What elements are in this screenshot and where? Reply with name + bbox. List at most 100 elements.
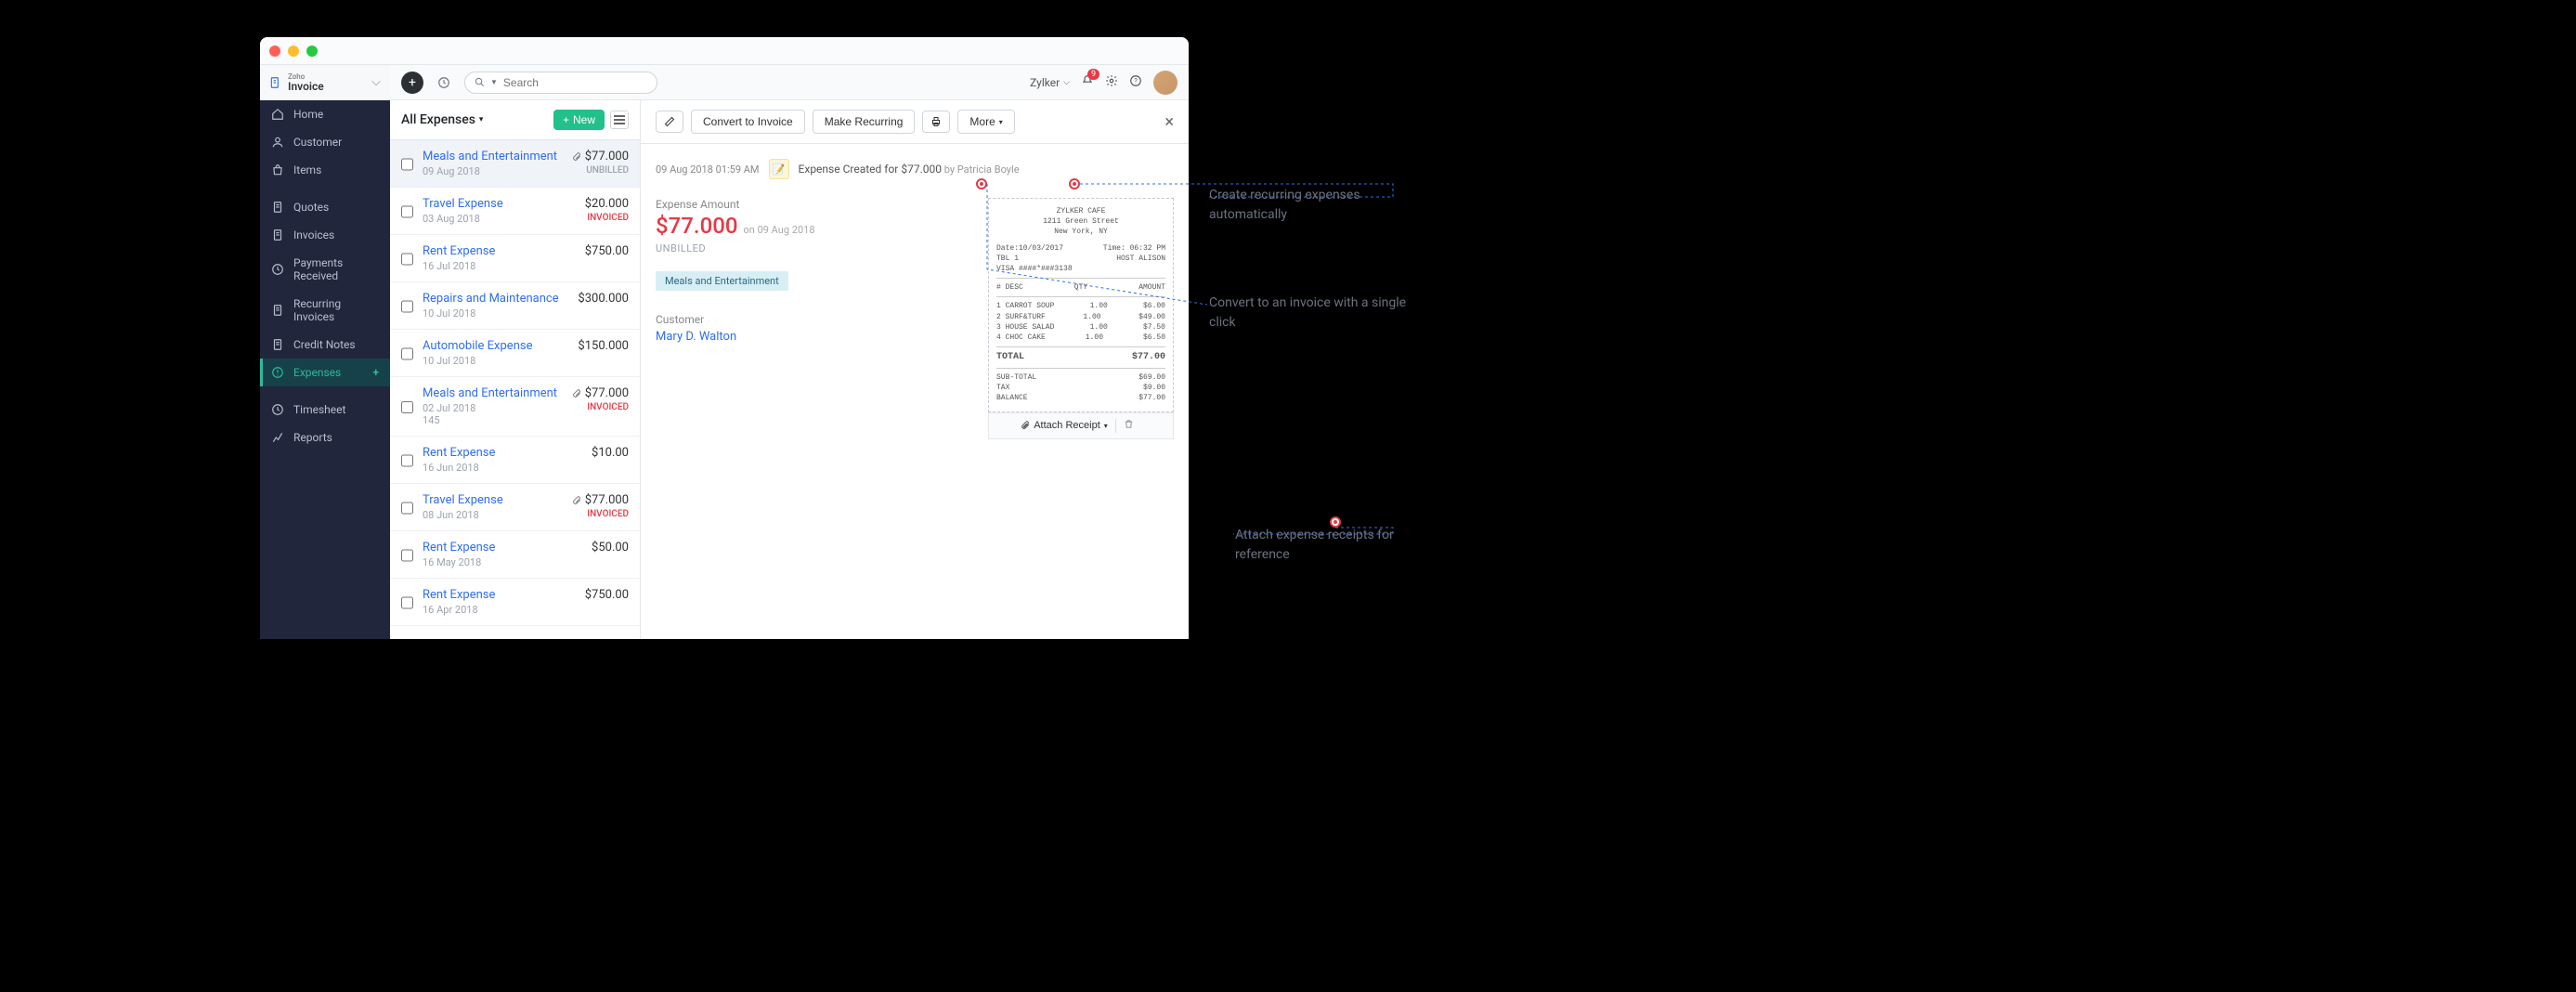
more-button[interactable]: More ▾ bbox=[957, 110, 1014, 134]
history-button[interactable] bbox=[433, 72, 455, 94]
callout-recurring: Create recurring expenses automatically bbox=[1209, 186, 1413, 225]
row-checkbox[interactable] bbox=[401, 448, 413, 474]
row-title: Travel Expense bbox=[423, 197, 576, 211]
sidebar-item-quotes[interactable]: Quotes bbox=[260, 193, 390, 221]
window-max[interactable] bbox=[306, 46, 318, 57]
titlebar bbox=[260, 37, 1189, 65]
sidebar-item-customer[interactable]: Customer bbox=[260, 128, 390, 156]
window-close[interactable] bbox=[269, 46, 280, 57]
row-checkbox[interactable] bbox=[401, 495, 413, 521]
row-amount: $77.000 bbox=[585, 493, 629, 507]
notifications-button[interactable]: 9 bbox=[1081, 74, 1094, 91]
expense-row[interactable]: Repairs and Maintenance 10 Jul 2018 $300… bbox=[390, 282, 640, 330]
expense-row[interactable]: Automobile Expense 10 Jul 2018 $150.000 bbox=[390, 330, 640, 377]
sidebar-item-expenses[interactable]: Expenses+ bbox=[260, 359, 390, 386]
brand-title: Invoice bbox=[288, 81, 324, 92]
row-checkbox[interactable] bbox=[401, 151, 413, 177]
paperclip-icon bbox=[572, 152, 581, 162]
sidebar-item-items[interactable]: Items bbox=[260, 156, 390, 184]
sidebar-item-home[interactable]: Home bbox=[260, 100, 390, 128]
row-checkbox[interactable] bbox=[401, 590, 413, 616]
row-checkbox[interactable] bbox=[401, 542, 413, 568]
paperclip-icon bbox=[572, 389, 581, 398]
row-status: INVOICED bbox=[587, 402, 629, 412]
sidebar-item-invoices[interactable]: Invoices bbox=[260, 221, 390, 249]
receipt-line: 2 SURF&TURF1.00$49.00 bbox=[996, 312, 1165, 322]
expense-row[interactable]: Rent Expense 16 Jun 2018 $10.00 bbox=[390, 437, 640, 484]
print-button[interactable] bbox=[922, 111, 950, 133]
row-checkbox[interactable] bbox=[401, 388, 413, 426]
window-min[interactable] bbox=[288, 46, 299, 57]
expense-row[interactable]: Travel Expense 08 Jun 2018 $77.000 INVOI… bbox=[390, 484, 640, 531]
sidebar-item-label: Quotes bbox=[293, 201, 329, 214]
expense-status: UNBILLED bbox=[656, 242, 960, 255]
quick-add-button[interactable]: + bbox=[401, 72, 423, 94]
plus-icon: + bbox=[563, 113, 569, 126]
make-recurring-button[interactable]: Make Recurring bbox=[813, 110, 916, 134]
row-checkbox[interactable] bbox=[401, 294, 413, 320]
list-title[interactable]: All Expenses ▾ bbox=[401, 112, 483, 127]
expense-detail: Convert to Invoice Make Recurring More ▾… bbox=[641, 100, 1189, 639]
sidebar-item-credit-notes[interactable]: Credit Notes bbox=[260, 331, 390, 359]
new-expense-button[interactable]: + New bbox=[553, 110, 605, 130]
receipt-line: 3 HOUSE SALAD1.00$7.50 bbox=[996, 322, 1165, 333]
paperclip-icon bbox=[1021, 421, 1030, 430]
expense-row[interactable]: Rent Expense 16 May 2018 $50.00 bbox=[390, 531, 640, 579]
sidebar-item-label: Customer bbox=[293, 136, 342, 149]
sidebar-item-label: Timesheet bbox=[293, 403, 345, 416]
sidebar-item-label: Recurring Invoices bbox=[293, 297, 379, 323]
expense-row[interactable]: Meals and Entertainment 09 Aug 2018 $77.… bbox=[390, 140, 640, 188]
convert-invoice-button[interactable]: Convert to Invoice bbox=[691, 110, 805, 134]
amount-value: $77.000 bbox=[656, 213, 738, 239]
edit-button[interactable] bbox=[656, 111, 683, 133]
org-name: Zylker bbox=[1030, 76, 1060, 89]
sidebar-item-reports[interactable]: Reports bbox=[260, 424, 390, 451]
notif-badge: 9 bbox=[1087, 69, 1099, 80]
search-input[interactable] bbox=[503, 76, 647, 89]
sidebar-item-label: Home bbox=[293, 108, 323, 121]
doc-icon bbox=[271, 201, 284, 214]
settings-button[interactable] bbox=[1105, 74, 1118, 91]
row-title: Rent Expense bbox=[423, 446, 582, 460]
expense-row[interactable]: Rent Expense 16 Jul 2018 $750.00 bbox=[390, 235, 640, 282]
help-button[interactable]: ? bbox=[1129, 74, 1142, 91]
close-detail-button[interactable]: × bbox=[1164, 112, 1174, 132]
row-title: Repairs and Maintenance bbox=[423, 292, 568, 306]
row-title: Rent Expense bbox=[423, 244, 576, 258]
sidebar-item-recurring-invoices[interactable]: Recurring Invoices bbox=[260, 290, 390, 331]
row-checkbox[interactable] bbox=[401, 246, 413, 272]
topbar: + ▼ Zylker ⌵ 9 bbox=[390, 65, 1189, 100]
doc-icon bbox=[271, 338, 284, 351]
row-amount: $750.00 bbox=[585, 588, 629, 602]
sidebar-item-payments-received[interactable]: Payments Received bbox=[260, 249, 390, 290]
expense-category: Meals and Entertainment bbox=[656, 271, 788, 291]
delete-receipt-button[interactable] bbox=[1115, 419, 1141, 433]
row-date: 10 Jul 2018 bbox=[423, 307, 568, 320]
row-checkbox[interactable] bbox=[401, 199, 413, 225]
row-date: 08 Jun 2018 bbox=[423, 509, 563, 521]
clock-icon bbox=[271, 263, 284, 276]
expense-row[interactable]: Rent Expense 16 Apr 2018 $750.00 bbox=[390, 579, 640, 626]
audit-time: 09 Aug 2018 01:59 AM bbox=[656, 163, 760, 176]
attach-receipt-button[interactable]: Attach Receipt ▾ bbox=[1021, 420, 1108, 431]
row-title: Rent Expense bbox=[423, 588, 576, 602]
add-icon[interactable]: + bbox=[372, 366, 379, 379]
search-box[interactable]: ▼ bbox=[464, 72, 657, 94]
row-date: 16 May 2018 bbox=[423, 556, 582, 568]
clock-icon bbox=[271, 403, 284, 416]
avatar[interactable] bbox=[1153, 71, 1177, 95]
list-menu-button[interactable] bbox=[610, 111, 629, 129]
row-checkbox[interactable] bbox=[401, 341, 413, 367]
expense-row[interactable]: Travel Expense 03 Aug 2018 $20.000 INVOI… bbox=[390, 188, 640, 235]
brand-dropdown-icon[interactable]: ⌵ bbox=[371, 75, 381, 89]
invoice-logo-icon bbox=[269, 76, 282, 89]
paperclip-icon bbox=[572, 496, 581, 505]
printer-icon bbox=[930, 116, 942, 127]
trash-icon bbox=[1124, 419, 1134, 429]
org-switcher[interactable]: Zylker ⌵ bbox=[1030, 76, 1070, 89]
customer-link[interactable]: Mary D. Walton bbox=[656, 330, 960, 344]
expense-row[interactable]: Meals and Entertainment 02 Jul 2018 145 … bbox=[390, 377, 640, 437]
sidebar-item-timesheet[interactable]: Timesheet bbox=[260, 396, 390, 424]
row-status: INVOICED bbox=[587, 509, 629, 519]
expense-list: All Expenses ▾ + New Meals bbox=[390, 100, 641, 639]
